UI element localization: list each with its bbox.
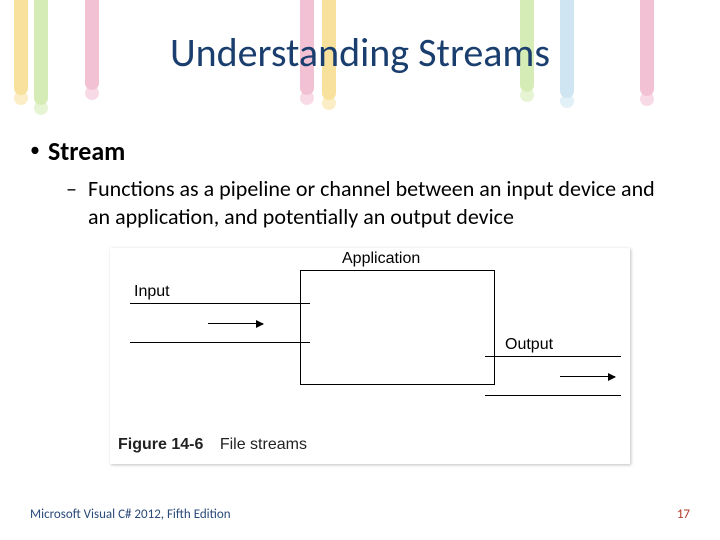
input-label: Input: [134, 283, 170, 301]
figure-caption: Figure 14-6 File streams: [110, 428, 630, 464]
figure-caption-text: File streams: [220, 436, 307, 453]
bullet-dot-icon: •: [30, 135, 48, 165]
stream-diagram: Application Input Output: [110, 248, 630, 428]
body-text: • Stream – Functions as a pipeline or ch…: [30, 135, 690, 230]
slide: Understanding Streams • Stream – Functio…: [0, 0, 720, 540]
bullet-level-2-text: Functions as a pipeline or channel betwe…: [88, 175, 678, 230]
footer-page-number: 17: [677, 507, 690, 522]
page-title: Understanding Streams: [0, 28, 720, 77]
figure-number: Figure 14-6: [118, 436, 203, 453]
footer-source: Microsoft Visual C# 2012, Fifth Edition: [30, 507, 231, 522]
bullet-dash-icon: –: [66, 175, 88, 203]
bullet-level-1-text: Stream: [48, 135, 125, 167]
output-label: Output: [505, 336, 553, 354]
application-box: [300, 270, 495, 385]
application-label: Application: [342, 250, 420, 268]
input-arrow-icon: [208, 323, 263, 324]
bullet-level-1: • Stream: [30, 135, 690, 167]
figure: Application Input Output Figure 14-6 Fil…: [110, 248, 630, 464]
bullet-level-2: – Functions as a pipeline or channel bet…: [66, 175, 690, 230]
output-arrow-icon: [560, 376, 615, 377]
